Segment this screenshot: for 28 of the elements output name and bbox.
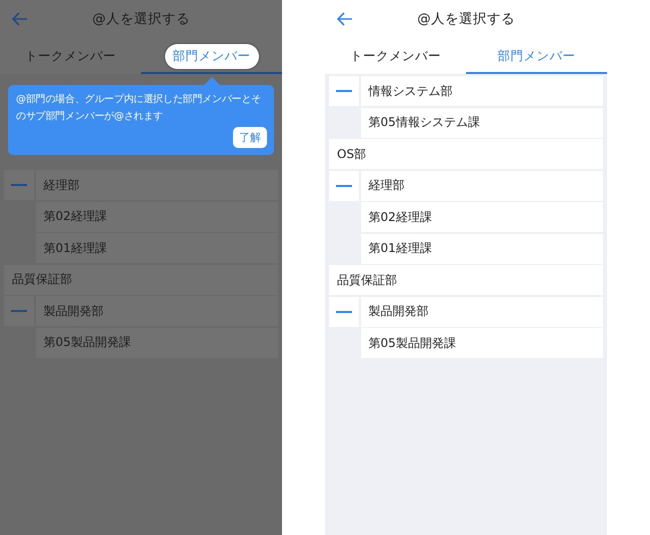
tooltip-text: @部門の場合、グループ内に選択した部門メンバーとそのサブ部門メンバーが@されます [16, 92, 262, 124]
tab[interactable]: 部門メンバー [164, 44, 258, 68]
screen-title: @人を選択する [417, 10, 515, 28]
department-item[interactable]: 製品開発部 [360, 296, 603, 326]
department-item[interactable]: 品質保証部 [4, 264, 278, 294]
department-item[interactable]: 情報システム部 [360, 76, 603, 106]
ok-button[interactable]: 了解 [233, 127, 267, 148]
sub-department-item[interactable]: 第02経理課 [360, 202, 603, 232]
back-arrow-icon[interactable] [337, 12, 353, 26]
department-item[interactable]: 製品開発部 [36, 296, 278, 326]
department-item[interactable]: 経理部 [360, 170, 603, 200]
tab[interactable]: 部門メンバー [490, 44, 584, 68]
sub-department-item[interactable]: 第02経理課 [36, 202, 278, 232]
screen-title: @人を選択する [92, 10, 190, 28]
department-item[interactable]: OS部 [329, 139, 603, 169]
toggle-cell[interactable] [4, 296, 34, 326]
department-item[interactable]: 経理部 [36, 170, 278, 200]
sub-department-item[interactable]: 第05製品開発課 [360, 328, 603, 358]
department-item[interactable]: 品質保証部 [329, 265, 603, 295]
sub-department-item[interactable]: 第01経理課 [36, 233, 278, 263]
toggle-cell[interactable] [329, 296, 359, 326]
sub-department-item[interactable]: 第05製品開発課 [36, 328, 278, 358]
sub-department-item[interactable]: 第01経理課 [360, 234, 603, 264]
toggle-cell[interactable] [4, 170, 34, 200]
toggle-cell[interactable] [329, 170, 359, 200]
toggle-cell[interactable] [329, 76, 359, 106]
sub-department-item[interactable]: 第05情報システム課 [360, 108, 603, 138]
tab[interactable]: トークメンバー [342, 44, 449, 68]
